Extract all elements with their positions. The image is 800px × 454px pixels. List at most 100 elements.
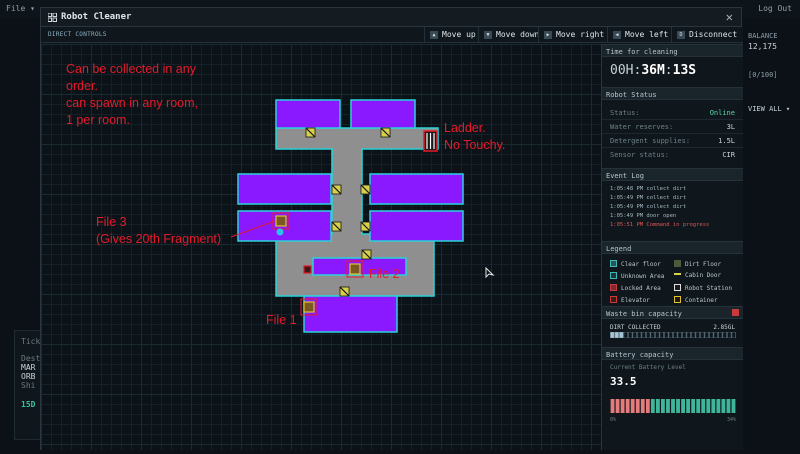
- clear-floor-swatch: [610, 260, 617, 267]
- status-key: Status:: [610, 109, 640, 117]
- battery-segment: [655, 399, 660, 413]
- waste-segment: [700, 332, 705, 338]
- battery-segment: [726, 399, 731, 413]
- status-row: Water reserves: 3L: [602, 120, 743, 134]
- dirt-collected: DIRT COLLECTED 2.85GL: [602, 319, 743, 339]
- battery-scale-min: 0%: [610, 417, 617, 423]
- status-value: Online: [709, 109, 735, 117]
- battery-segment: [731, 399, 736, 413]
- battery-segment: [620, 399, 625, 413]
- move-right-label: Move right: [556, 30, 605, 39]
- legend-item: Unknown Area: [610, 272, 680, 282]
- legend-item: Elevator: [610, 296, 680, 306]
- move-down-button[interactable]: ▼ Move down: [478, 27, 544, 43]
- legend-label: Locked Area: [621, 285, 661, 292]
- room: [369, 173, 464, 205]
- battery-value: 33.5: [610, 375, 637, 388]
- battery-label: Current Battery Level: [610, 364, 686, 371]
- locked-area-swatch: [610, 284, 617, 291]
- legend-label: Elevator: [621, 297, 650, 304]
- cabin-door-swatch: [674, 273, 681, 275]
- waste-progress-bar: [610, 332, 736, 338]
- waste-segment: [695, 332, 700, 338]
- move-left-button[interactable]: ◀ Move left: [607, 27, 673, 43]
- waste-segment: [709, 332, 714, 338]
- battery-segment: [681, 399, 685, 413]
- status-panel: Time for cleaning 00H:36M:13S Robot Stat…: [601, 44, 743, 450]
- legend-label: Dirt Floor: [685, 261, 722, 268]
- timer-seconds: 13S: [672, 63, 697, 78]
- app-grid-icon: [48, 13, 57, 22]
- legend-item: Clear floor: [610, 260, 680, 270]
- dirt-label: DIRT COLLECTED: [610, 324, 661, 331]
- topbar-right: Log Out: [748, 4, 792, 13]
- battery-segment: [701, 399, 706, 413]
- battery-section: Current Battery Level 33.5 0% 34%: [602, 360, 743, 425]
- empty-bin-icon[interactable]: [732, 309, 739, 316]
- map-view[interactable]: Can be collected in any order. can spawn…: [41, 44, 601, 450]
- battery-segment: [630, 399, 635, 413]
- waste-segment: [637, 332, 642, 338]
- waste-segment: [664, 332, 669, 338]
- waste-segment: [628, 332, 633, 338]
- balance-label: BALANCE: [748, 32, 778, 40]
- battery-segment: [706, 399, 711, 413]
- legend-item: Dirt Floor: [674, 260, 744, 270]
- legend-item: Container: [674, 296, 744, 306]
- balance-value: 12,175: [748, 42, 777, 51]
- timer-minutes: 36M: [641, 63, 665, 78]
- annotation-file-3: File 3 (Gives 20th Fragment): [96, 215, 222, 246]
- container-icon: [674, 296, 681, 303]
- window-titlebar: Robot Cleaner ✕: [41, 8, 741, 27]
- room: [369, 210, 464, 242]
- status-value: 1.5L: [718, 137, 735, 145]
- event-log[interactable]: 1:05:48 PM collect dirt 1:05:49 PM colle…: [602, 181, 743, 241]
- room: [350, 99, 416, 129]
- battery-segment: [645, 399, 650, 413]
- cleaning-timer: 00H:36M:13S: [610, 63, 697, 78]
- dirt-value: 2.85GL: [713, 324, 735, 331]
- arrow-right-icon: ▶: [544, 31, 552, 39]
- ladder: [423, 130, 438, 152]
- timer-hours: 00H: [610, 63, 634, 78]
- disconnect-label: Disconnect: [689, 30, 738, 39]
- close-icon[interactable]: ✕: [726, 10, 733, 24]
- arrow-down-icon: ▼: [484, 31, 492, 39]
- disconnect-icon: D: [677, 31, 685, 39]
- status-key: Water reserves:: [610, 123, 674, 131]
- disconnect-button[interactable]: D Disconnect: [671, 27, 742, 43]
- battery-segment: [671, 399, 675, 413]
- move-up-label: Move up: [442, 30, 476, 39]
- battery-segment: [686, 399, 691, 413]
- file-3-container: [275, 215, 287, 227]
- logout-link[interactable]: Log Out: [758, 4, 792, 13]
- waste-segment: [650, 332, 655, 338]
- counter-text: [0/100]: [748, 71, 778, 79]
- waste-segment: [623, 332, 628, 338]
- battery-segment: [711, 399, 716, 413]
- view-all-link[interactable]: VIEW ALL ▾: [748, 105, 800, 113]
- status-row: Sensor status: CIR: [602, 148, 743, 162]
- legend-label: Unknown Area: [621, 273, 665, 280]
- log-line: 1:05:51 PM Command in progress: [610, 222, 710, 228]
- battery-header: Battery capacity: [602, 347, 743, 360]
- battery-segment: [691, 399, 696, 413]
- background-right-panel: BALANCE 12,175 [0/100] VIEW ALL ▾: [742, 28, 800, 168]
- legend-item: Locked Area: [610, 284, 680, 294]
- file-2-container: [349, 263, 361, 275]
- status-value: CIR: [722, 151, 735, 159]
- log-line: 1:05:49 PM collect dirt: [610, 195, 687, 201]
- move-up-button[interactable]: ▲ Move up: [424, 27, 481, 43]
- legend-label: Container: [685, 297, 718, 304]
- robot-marker: [276, 228, 284, 236]
- file-1-container: [303, 301, 315, 313]
- log-line: 1:05:49 PM door open: [610, 213, 677, 219]
- waste-segment: [677, 332, 682, 338]
- waste-segment: [673, 332, 678, 338]
- legend-header: Legend: [602, 241, 743, 254]
- waste-segment: [722, 332, 727, 338]
- move-right-button[interactable]: ▶ Move right: [538, 27, 609, 43]
- elevator-icon: [610, 296, 617, 303]
- file-menu[interactable]: File ▾: [6, 4, 35, 13]
- room: [303, 295, 398, 333]
